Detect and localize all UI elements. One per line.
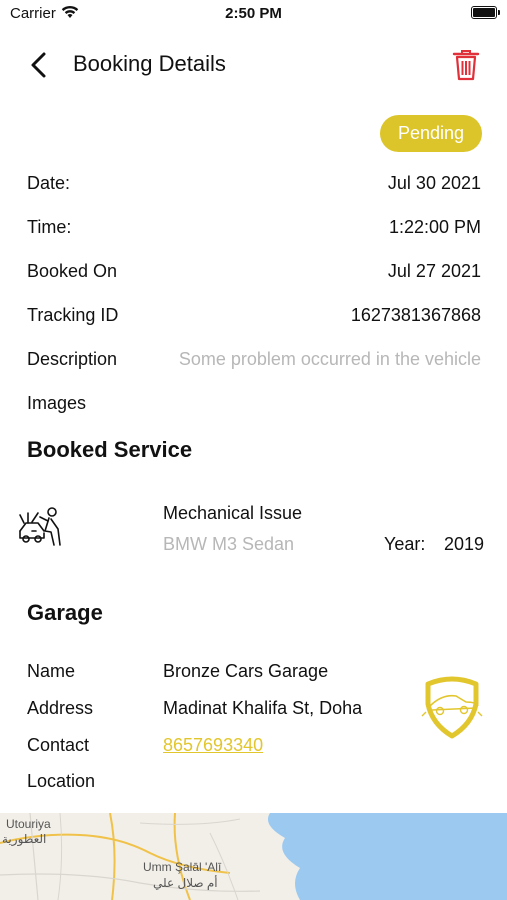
- map-label: العطورية: [2, 832, 47, 846]
- year-value: 2019: [444, 534, 485, 554]
- map-canvas: [0, 813, 507, 900]
- year-label: Year:: [384, 534, 426, 554]
- garage-contact-link[interactable]: 8657693340: [163, 735, 263, 756]
- detail-value: 1:22:00 PM: [388, 217, 481, 237]
- detail-label: Booked On: [27, 261, 118, 281]
- garage-shield-logo: [421, 676, 483, 739]
- detail-value: Jul 30 2021: [387, 173, 481, 193]
- detail-row-booked-on: Booked On Jul 27 2021: [27, 261, 481, 287]
- detail-label: Images: [27, 393, 87, 413]
- nav-bar: Booking Details: [0, 40, 507, 90]
- status-bar: Carrier 2:50 PM: [0, 0, 507, 30]
- battery-icon: [471, 6, 500, 19]
- map-label: Umm Şalāl 'Alī: [143, 860, 222, 874]
- mechanic-icon: [19, 507, 61, 546]
- status-time: 2:50 PM: [225, 5, 282, 22]
- map-label: Utouriya: [6, 817, 51, 831]
- detail-row-time: Time: 1:22:00 PM: [27, 217, 481, 243]
- back-icon[interactable]: [24, 50, 54, 80]
- detail-row-tracking-id: Tracking ID 1627381367868: [27, 305, 481, 331]
- delete-icon[interactable]: [451, 49, 481, 81]
- garage-name-label: Name: [27, 661, 76, 681]
- detail-label: Tracking ID: [27, 305, 119, 325]
- detail-label: Description: [27, 349, 118, 369]
- garage-address-label: Address: [27, 698, 94, 718]
- garage-contact-label: Contact: [27, 735, 90, 755]
- detail-row-images: Images: [27, 393, 481, 419]
- garage-address: Madinat Khalifa St, Doha: [163, 698, 363, 718]
- detail-row-description: Description Some problem occurred in the…: [27, 349, 481, 375]
- garage-name: Bronze Cars Garage: [163, 661, 329, 681]
- garage-location-label: Location: [27, 771, 96, 791]
- status-badge: Pending: [380, 115, 482, 152]
- detail-value: 1627381367868: [350, 305, 481, 325]
- garage-heading: Garage: [27, 600, 103, 625]
- detail-value: Jul 27 2021: [387, 261, 481, 281]
- location-map[interactable]: Utouriya العطورية Umm Şalāl 'Alī أم صلال…: [0, 813, 507, 900]
- detail-row-date: Date: Jul 30 2021: [27, 173, 481, 199]
- vehicle-model: BMW M3 Sedan: [163, 534, 295, 554]
- map-label: أم صلال علي: [153, 876, 218, 890]
- page-title: Booking Details: [73, 51, 226, 76]
- detail-label: Date:: [27, 173, 71, 193]
- booked-service-heading: Booked Service: [27, 437, 193, 462]
- detail-label: Time:: [27, 217, 72, 237]
- detail-value: Some problem occurred in the vehicle: [178, 349, 481, 369]
- service-title: Mechanical Issue: [163, 503, 303, 523]
